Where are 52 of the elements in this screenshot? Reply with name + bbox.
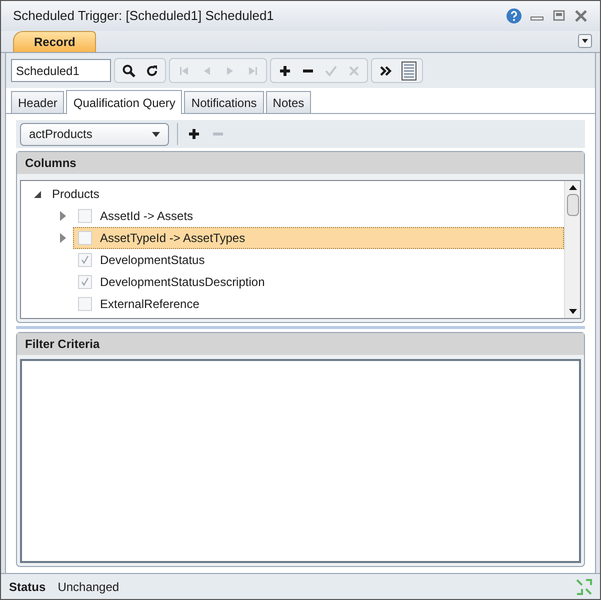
scroll-up-icon[interactable]: [568, 185, 576, 190]
close-icon[interactable]: [574, 9, 588, 23]
expand-arrow-icon[interactable]: [59, 211, 67, 221]
checkbox[interactable]: [78, 253, 92, 267]
tab[interactable]: Header: [11, 91, 64, 113]
tree-row[interactable]: DevelopmentStatus: [73, 249, 564, 271]
tree-item-label: AssetTypeId -> AssetTypes: [100, 230, 246, 247]
query-select[interactable]: actProducts: [20, 122, 169, 146]
check-icon: [80, 277, 90, 287]
expanded-arrow-icon[interactable]: [32, 190, 42, 198]
scrollbar-thumb[interactable]: [566, 194, 578, 216]
record-field[interactable]: Scheduled1: [11, 59, 111, 82]
double-chevron-icon: [378, 64, 392, 78]
tree-row[interactable]: AssetId -> Assets: [73, 205, 564, 227]
plus-icon: [278, 64, 292, 78]
tree-item-label: AssetId -> Assets: [100, 208, 194, 225]
plus-icon: [187, 127, 201, 141]
tree-row[interactable]: ExternalReference: [73, 293, 564, 315]
scroll-down-icon[interactable]: [568, 309, 576, 314]
panel-title: Columns: [25, 155, 76, 172]
help-icon[interactable]: [506, 8, 522, 24]
checkbox[interactable]: [78, 297, 92, 311]
tree-item-label: DevelopmentStatusDescription: [100, 274, 265, 291]
record-tab[interactable]: Record: [13, 31, 96, 52]
close-icon: [346, 64, 360, 78]
panel-title: Filter Criteria: [25, 336, 100, 353]
tree-item-label: Products: [52, 186, 100, 203]
checkbox[interactable]: [78, 209, 92, 223]
tree-item-label: DevelopmentStatus: [100, 252, 205, 269]
tree-row[interactable]: Products: [47, 183, 564, 205]
expand-arrow-icon[interactable]: [59, 233, 67, 243]
selected-tree-row[interactable]: AssetTypeId -> AssetTypes: [73, 227, 564, 249]
search-icon: [122, 64, 136, 78]
checkbox[interactable]: [78, 231, 92, 245]
tab[interactable]: Qualification Query: [66, 90, 182, 114]
tree-item-label: ExternalReference: [100, 296, 200, 313]
scrollbar[interactable]: [564, 181, 580, 318]
tab[interactable]: Notifications: [184, 91, 264, 113]
checkbox[interactable]: [78, 275, 92, 289]
window-title: Scheduled Trigger: [Scheduled1] Scheduled1: [13, 7, 275, 26]
caret-icon: [152, 132, 160, 136]
check-icon: [324, 64, 338, 78]
tab[interactable]: Notes: [266, 91, 312, 113]
tree-row[interactable]: DevelopmentStatusDescription: [73, 271, 564, 293]
status-value: Unchanged: [58, 578, 120, 596]
check-icon: [80, 255, 90, 265]
resize-icon[interactable]: [576, 578, 592, 594]
list-icon: [400, 60, 416, 80]
refresh-icon: [144, 64, 158, 78]
dropdown-icon[interactable]: [578, 34, 592, 48]
status-label: Status: [9, 578, 46, 596]
restore-icon[interactable]: [552, 9, 566, 23]
